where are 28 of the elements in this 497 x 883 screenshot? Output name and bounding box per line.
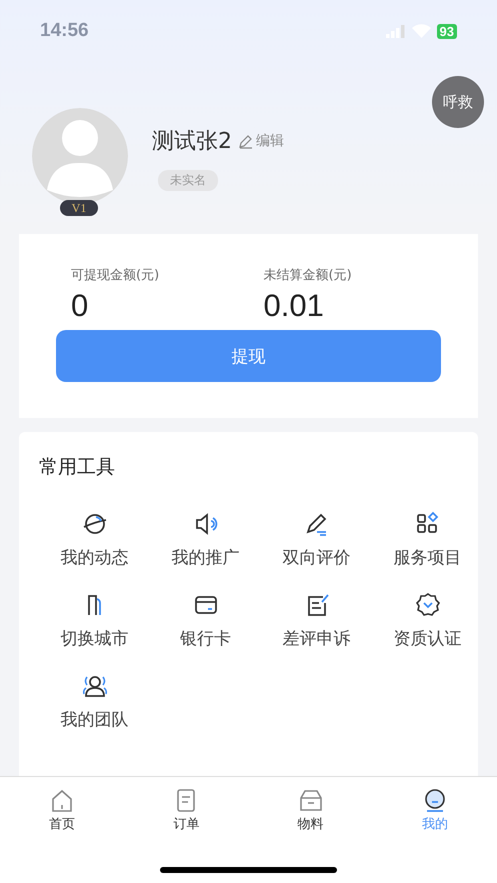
balance-label: 可提现金额(元) [71, 267, 160, 284]
tool-item[interactable]: 资质认证 [372, 591, 483, 650]
user-name: 测试张2 [152, 128, 232, 156]
balance-value: 0.01 [264, 288, 325, 324]
tab-item[interactable]: 订单 [124, 777, 248, 837]
tool-item[interactable]: 我的推广 [150, 510, 261, 569]
tab-item[interactable]: 物料 [248, 777, 373, 837]
tab-item[interactable]: 首页 [0, 777, 124, 837]
tool-item[interactable]: 我的动态 [39, 510, 150, 569]
tool-item[interactable]: 差评申诉 [261, 591, 372, 650]
sos-button[interactable]: 呼救 [432, 76, 484, 128]
tool-item[interactable]: 双向评价 [261, 510, 372, 569]
tool-item[interactable]: 我的团队 [39, 672, 150, 731]
seal-icon [414, 591, 442, 619]
box-icon [298, 787, 324, 813]
balance-value: 0 [71, 288, 90, 324]
tool-item[interactable]: 服务项目 [372, 510, 483, 569]
battery-icon: 93 [436, 24, 457, 38]
avatar-icon [32, 108, 128, 204]
pencil-icon [238, 133, 254, 149]
verification-badge: 未实名 [158, 170, 218, 191]
tool-item[interactable]: 切换城市 [39, 591, 150, 650]
balance-label: 未结算金额(元) [264, 267, 353, 284]
status-time: 14:56 [40, 20, 89, 42]
section-title: 常用工具 [39, 455, 116, 480]
signal-icon [386, 24, 406, 38]
tool-item[interactable]: 银行卡 [150, 591, 261, 650]
level-badge: V1 [60, 200, 98, 216]
